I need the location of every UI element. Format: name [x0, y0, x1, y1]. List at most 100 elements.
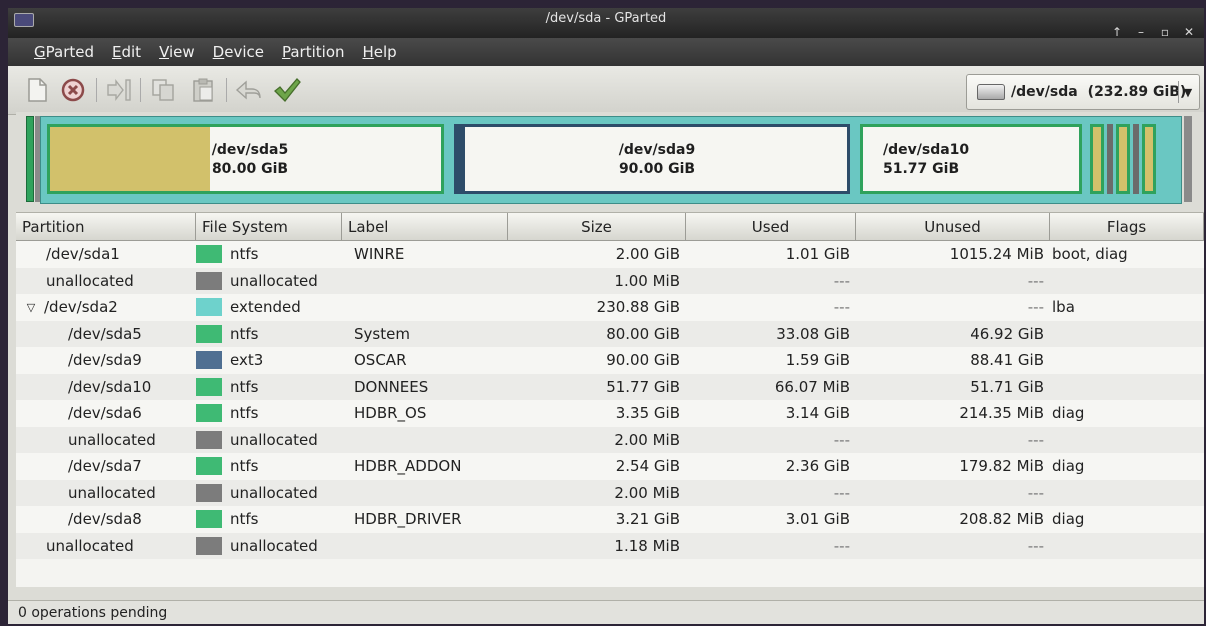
col-used[interactable]: Used	[686, 213, 856, 241]
expander-triangle-icon[interactable]: ▽	[24, 301, 38, 314]
cell-file-system: unallocated	[196, 430, 342, 449]
fs-name: ntfs	[230, 324, 259, 343]
cell-file-system: ntfs	[196, 377, 342, 396]
apply-icon[interactable]	[272, 75, 302, 105]
cell-unused: ---	[1027, 298, 1044, 317]
col-file-system[interactable]: File System	[196, 213, 342, 241]
cell-flags: boot, diag	[1052, 245, 1128, 264]
cell-partition: /dev/sda10	[16, 378, 196, 396]
cell-size: 2.54 GiB	[615, 457, 680, 476]
cell-used: ---	[833, 298, 850, 317]
cell-partition: unallocated	[16, 431, 196, 449]
table-row[interactable]: /dev/sda6 ntfs HDBR_OS 3.35 GiB 3.14 GiB 214.…	[16, 400, 1204, 427]
maximize-arrow-icon[interactable]: ↑	[1110, 25, 1124, 39]
cell-label: WINRE	[354, 245, 405, 264]
cell-size: 2.00 MiB	[614, 430, 680, 449]
table-row[interactable]: /dev/sda10 ntfs DONNEES 51.77 GiB 66.07 MiB 5…	[16, 373, 1204, 400]
cell-file-system: ntfs	[196, 510, 342, 529]
menu-help[interactable]: Help	[363, 43, 397, 61]
cell-partition: /dev/sda7	[16, 457, 196, 475]
cell-size: 1.18 MiB	[614, 536, 680, 555]
table-row[interactable]: unallocated unallocated 2.00 MiB --- ---	[16, 479, 1204, 506]
status-bar: 0 operations pending	[8, 600, 1204, 624]
fs-color-swatch	[196, 351, 222, 370]
copy-icon[interactable]	[148, 75, 178, 105]
menu-bar: GParted Edit View Device Partition Help	[8, 38, 1204, 66]
fs-color-swatch	[196, 483, 222, 502]
restore-icon[interactable]: ▫	[1158, 25, 1172, 39]
sda10-name: /dev/sda10	[883, 142, 970, 158]
menu-gparted[interactable]: GParted	[34, 43, 94, 61]
diskmap-sda8[interactable]	[1142, 124, 1156, 194]
toolbar: /dev/sda (232.89 GiB) ▼	[8, 66, 1204, 115]
fs-color-swatch	[196, 430, 222, 449]
diskmap-sda7[interactable]	[1116, 124, 1130, 194]
cell-used: 1.01 GiB	[785, 245, 850, 264]
fs-name: unallocated	[230, 536, 318, 555]
cell-used: ---	[833, 483, 850, 502]
delete-icon[interactable]	[58, 75, 88, 105]
partition-table: Partition File System Label Size Used Un…	[16, 212, 1204, 587]
diskmap-unallocated-4[interactable]	[1184, 116, 1192, 202]
col-label[interactable]: Label	[342, 213, 508, 241]
device-selector[interactable]: /dev/sda (232.89 GiB) ▼	[966, 74, 1200, 110]
table-row[interactable]: /dev/sda7 ntfs HDBR_ADDON 2.54 GiB 2.36 GiB 1…	[16, 453, 1204, 480]
menu-edit[interactable]: Edit	[112, 43, 141, 61]
new-icon[interactable]	[22, 75, 52, 105]
title-bar[interactable]: /dev/sda - GParted ↑ – ▫ ✕	[8, 8, 1204, 39]
chevron-down-icon[interactable]: ▼	[1178, 81, 1197, 103]
diskmap-sda9[interactable]: /dev/sda9 90.00 GiB	[454, 124, 850, 194]
col-size[interactable]: Size	[508, 213, 686, 241]
cell-unused: 88.41 GiB	[970, 351, 1044, 370]
partition-name: /dev/sda1	[46, 245, 120, 264]
cell-size: 1.00 MiB	[614, 271, 680, 290]
col-unused[interactable]: Unused	[856, 213, 1050, 241]
col-partition[interactable]: Partition	[16, 213, 196, 241]
fs-name: ntfs	[230, 245, 259, 264]
table-row[interactable]: unallocated unallocated 1.00 MiB --- ---	[16, 267, 1204, 294]
table-row[interactable]: /dev/sda1 ntfs WINRE 2.00 GiB 1.01 GiB 1015.2…	[16, 241, 1204, 268]
cell-used: ---	[833, 536, 850, 555]
table-row[interactable]: /dev/sda5 ntfs System 80.00 GiB 33.08 GiB 46.…	[16, 320, 1204, 347]
fs-color-swatch	[196, 271, 222, 290]
diskmap-unallocated-3[interactable]	[1133, 124, 1139, 194]
table-row[interactable]: unallocated unallocated 2.00 MiB --- ---	[16, 426, 1204, 453]
fs-color-swatch	[196, 536, 222, 555]
cell-file-system: unallocated	[196, 536, 342, 555]
sda9-name: /dev/sda9	[618, 142, 696, 158]
cell-file-system: ntfs	[196, 324, 342, 343]
sda9-used-fill	[457, 127, 465, 191]
minimize-icon[interactable]: –	[1134, 25, 1148, 39]
diskmap-unallocated-2[interactable]	[1107, 124, 1113, 194]
cell-file-system: ntfs	[196, 457, 342, 476]
cell-unused: 51.71 GiB	[970, 377, 1044, 396]
undo-icon[interactable]	[234, 75, 264, 105]
menu-partition[interactable]: Partition	[282, 43, 345, 61]
diskmap-sda5[interactable]: /dev/sda5 80.00 GiB	[47, 124, 444, 194]
cell-partition: unallocated	[16, 484, 196, 502]
col-flags[interactable]: Flags	[1050, 213, 1204, 241]
paste-icon[interactable]	[188, 75, 218, 105]
resize-move-icon[interactable]	[104, 75, 134, 105]
diskmap-sda6[interactable]	[1090, 124, 1104, 194]
menu-device[interactable]: Device	[213, 43, 264, 61]
fs-name: unallocated	[230, 430, 318, 449]
fs-color-swatch	[196, 298, 222, 317]
table-row[interactable]: unallocated unallocated 1.18 MiB --- ---	[16, 532, 1204, 559]
cell-file-system: ntfs	[196, 245, 342, 264]
menu-view[interactable]: View	[159, 43, 195, 61]
cell-flags: diag	[1052, 510, 1085, 529]
fs-name: extended	[230, 298, 301, 317]
cell-flags: diag	[1052, 457, 1085, 476]
device-size: (232.89 GiB)	[1087, 84, 1187, 100]
partition-name: /dev/sda6	[68, 404, 142, 423]
table-row[interactable]: /dev/sda9 ext3 OSCAR 90.00 GiB 1.59 GiB 88.41…	[16, 347, 1204, 374]
close-icon[interactable]: ✕	[1182, 25, 1196, 39]
table-row[interactable]: ▽ /dev/sda2 extended 230.88 GiB --- --- lba	[16, 294, 1204, 321]
diskmap-sda10[interactable]: /dev/sda10 51.77 GiB	[860, 124, 1082, 194]
cell-used: ---	[833, 430, 850, 449]
fs-name: ext3	[230, 351, 264, 370]
cell-used: 1.59 GiB	[785, 351, 850, 370]
table-row[interactable]: /dev/sda8 ntfs HDBR_DRIVER 3.21 GiB 3.01 GiB…	[16, 506, 1204, 533]
diskmap-sda1[interactable]	[26, 116, 34, 202]
